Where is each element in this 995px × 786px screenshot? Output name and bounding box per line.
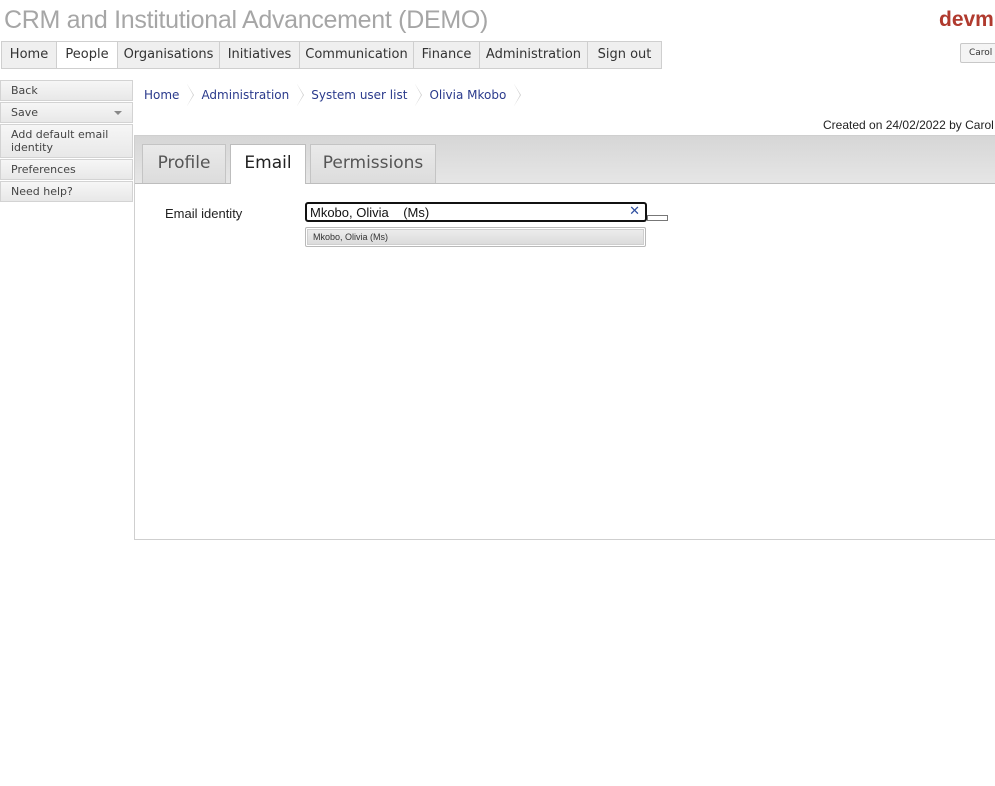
tab-email[interactable]: Email <box>230 144 306 184</box>
breadcrumb-home[interactable]: Home <box>139 84 195 106</box>
tab-permissions[interactable]: Permissions <box>310 144 436 183</box>
side-menu: Back Save Add default email identity Pre… <box>0 80 133 203</box>
breadcrumb-administration[interactable]: Administration <box>188 84 305 106</box>
nav-initiatives[interactable]: Initiatives <box>220 42 300 68</box>
chevron-down-icon[interactable] <box>114 111 122 115</box>
nav-communication[interactable]: Communication <box>300 42 414 68</box>
need-help-button[interactable]: Need help? <box>0 181 133 202</box>
user-menu-button[interactable]: Carol Z <box>960 43 995 63</box>
email-identity-combobox: ✕ <box>305 202 647 222</box>
suggestion-item[interactable]: Mkobo, Olivia (Ms) <box>307 229 644 245</box>
created-info: Created on 24/02/2022 by Carol Z <box>823 118 995 132</box>
nav-administration[interactable]: Administration <box>480 42 588 68</box>
record-panel: Profile Email Permissions Email identity… <box>134 135 995 540</box>
save-label: Save <box>11 106 39 119</box>
nav-sign-out[interactable]: Sign out <box>588 42 661 68</box>
tab-strip: Profile Email Permissions <box>135 136 995 184</box>
nav-finance[interactable]: Finance <box>414 42 480 68</box>
top-nav: Home People Organisations Initiatives Co… <box>1 41 662 69</box>
save-button[interactable]: Save <box>0 102 133 123</box>
preferences-button[interactable]: Preferences <box>0 159 133 180</box>
app-title: CRM and Institutional Advancement (DEMO) <box>4 6 489 34</box>
back-button[interactable]: Back <box>0 80 133 101</box>
breadcrumb-olivia-mkobo[interactable]: Olivia Mkobo <box>416 84 522 106</box>
nav-organisations[interactable]: Organisations <box>118 42 220 68</box>
dropdown-handle-icon[interactable] <box>647 215 668 221</box>
brand-logo: devm <box>939 8 994 31</box>
suggestion-list: Mkobo, Olivia (Ms) <box>305 227 646 247</box>
email-identity-label: Email identity <box>165 206 243 221</box>
tab-profile[interactable]: Profile <box>142 144 226 183</box>
nav-home[interactable]: Home <box>2 42 57 68</box>
nav-people[interactable]: People <box>57 42 118 68</box>
email-identity-input[interactable] <box>310 204 620 220</box>
close-icon[interactable]: ✕ <box>629 204 640 220</box>
add-default-email-identity-button[interactable]: Add default email identity <box>0 124 133 158</box>
breadcrumb-system-user-list[interactable]: System user list <box>298 84 423 106</box>
breadcrumb: Home Administration System user list Oli… <box>139 84 522 106</box>
